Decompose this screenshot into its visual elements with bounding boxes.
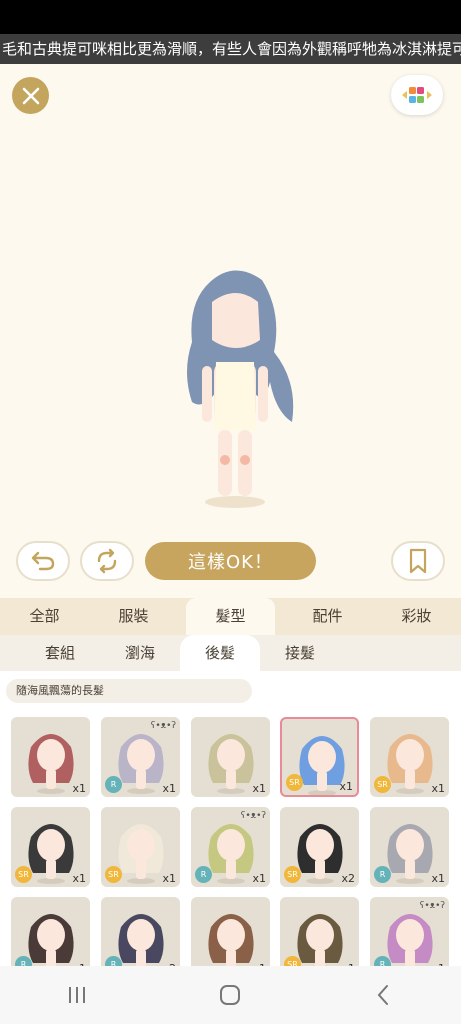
tab-clothing[interactable]: 服裝 bbox=[89, 598, 178, 635]
rarity-badge: SR bbox=[105, 866, 122, 883]
subtab-bangs[interactable]: 瀏海 bbox=[100, 635, 180, 671]
item-quantity: x1 bbox=[431, 872, 445, 885]
hair-item-card[interactable]: Rʕ•ᴥ•ʔ x1 bbox=[101, 717, 180, 797]
hair-item-card[interactable]: SR x1 bbox=[280, 717, 359, 797]
undo-icon bbox=[31, 551, 55, 571]
rarity-badge: R bbox=[195, 866, 212, 883]
bear-icon: ʕ•ᴥ•ʔ bbox=[419, 901, 445, 911]
item-quantity: x1 bbox=[252, 782, 266, 795]
tab-all[interactable]: 全部 bbox=[0, 598, 89, 635]
system-nav-bar bbox=[0, 966, 461, 1024]
rarity-badge: SR bbox=[374, 776, 391, 793]
tab-hairstyle[interactable]: 髮型 bbox=[186, 598, 275, 635]
close-icon bbox=[22, 87, 39, 104]
subcategory-tabs: 套組 瀏海 後髮 接髮 bbox=[0, 635, 461, 671]
home-icon[interactable] bbox=[218, 983, 242, 1007]
bookmark-icon bbox=[409, 548, 427, 574]
refresh-icon bbox=[97, 548, 117, 574]
item-quantity: x1 bbox=[162, 872, 176, 885]
bear-icon: ʕ•ᴥ•ʔ bbox=[240, 811, 266, 821]
hair-item-card[interactable]: x1 bbox=[191, 717, 270, 797]
rarity-badge: SR bbox=[286, 774, 303, 791]
item-quantity: x1 bbox=[72, 872, 86, 885]
rarity-badge: SR bbox=[284, 956, 301, 966]
item-description: 隨海風飄蕩的長髮 bbox=[6, 679, 252, 703]
bear-icon: ʕ•ᴥ•ʔ bbox=[150, 721, 176, 731]
undo-button[interactable] bbox=[16, 541, 70, 581]
hair-item-card[interactable]: SR x1 bbox=[101, 807, 180, 887]
hair-item-card[interactable]: x1 bbox=[11, 717, 90, 797]
color-palette-button[interactable] bbox=[391, 75, 443, 115]
status-bar bbox=[0, 0, 461, 34]
hair-item-card[interactable]: x1 bbox=[191, 897, 270, 966]
rarity-badge: SR bbox=[284, 866, 301, 883]
tab-accessories[interactable]: 配件 bbox=[283, 598, 372, 635]
rarity-badge: R bbox=[105, 956, 122, 966]
hair-item-card[interactable]: SR x1 bbox=[11, 807, 90, 887]
avatar-figure bbox=[170, 262, 310, 522]
subtab-back-hair[interactable]: 後髮 bbox=[180, 635, 260, 671]
rarity-badge: SR bbox=[15, 866, 32, 883]
back-icon[interactable] bbox=[372, 983, 396, 1007]
hair-item-card[interactable]: Rx2 bbox=[101, 897, 180, 966]
item-quantity: x1 bbox=[72, 782, 86, 795]
info-ticker: 毛和古典提可咪相比更為滑順，有些人會因為外觀稱呼牠為冰淇淋提可咪 bbox=[0, 34, 461, 64]
hair-item-card[interactable]: SR x1 bbox=[370, 717, 449, 797]
tab-makeup[interactable]: 彩妝 bbox=[372, 598, 461, 635]
item-quantity: x2 bbox=[341, 872, 355, 885]
hair-item-card[interactable]: Rʕ•ᴥ•ʔx1 bbox=[370, 897, 449, 966]
hair-item-card[interactable]: SR x2 bbox=[280, 807, 359, 887]
rarity-badge: R bbox=[374, 866, 391, 883]
item-quantity: x1 bbox=[339, 780, 353, 793]
item-quantity: x1 bbox=[162, 782, 176, 795]
item-quantity: x1 bbox=[252, 872, 266, 885]
hair-item-card[interactable]: Rʕ•ᴥ•ʔ x1 bbox=[191, 807, 270, 887]
subtab-extensions[interactable]: 接髮 bbox=[260, 635, 340, 671]
palette-icon bbox=[402, 87, 432, 103]
close-button[interactable] bbox=[12, 77, 49, 114]
hair-thumbnail bbox=[208, 914, 254, 966]
subtab-set[interactable]: 套組 bbox=[20, 635, 100, 671]
bookmark-button[interactable] bbox=[391, 541, 445, 581]
hair-item-card[interactable]: Rx1 bbox=[370, 807, 449, 887]
hair-item-card[interactable]: SRx1 bbox=[280, 897, 359, 966]
rarity-badge: R bbox=[105, 776, 122, 793]
item-panel: 隨海風飄蕩的長髮 x1 Rʕ•ᴥ•ʔ x1 x1 SR x1 SR x1 SR x1 SR x1 Rʕ•… bbox=[0, 671, 461, 966]
rarity-badge: R bbox=[374, 956, 391, 966]
hair-item-card[interactable]: Rx1 bbox=[11, 897, 90, 966]
confirm-ok-button[interactable]: 這樣OK！ bbox=[145, 542, 316, 580]
refresh-button[interactable] bbox=[80, 541, 134, 581]
rarity-badge: R bbox=[15, 956, 32, 966]
category-tabs: 全部 服裝 髮型 配件 彩妝 bbox=[0, 598, 461, 635]
recent-apps-icon[interactable] bbox=[65, 985, 89, 1005]
item-quantity: x1 bbox=[431, 782, 445, 795]
